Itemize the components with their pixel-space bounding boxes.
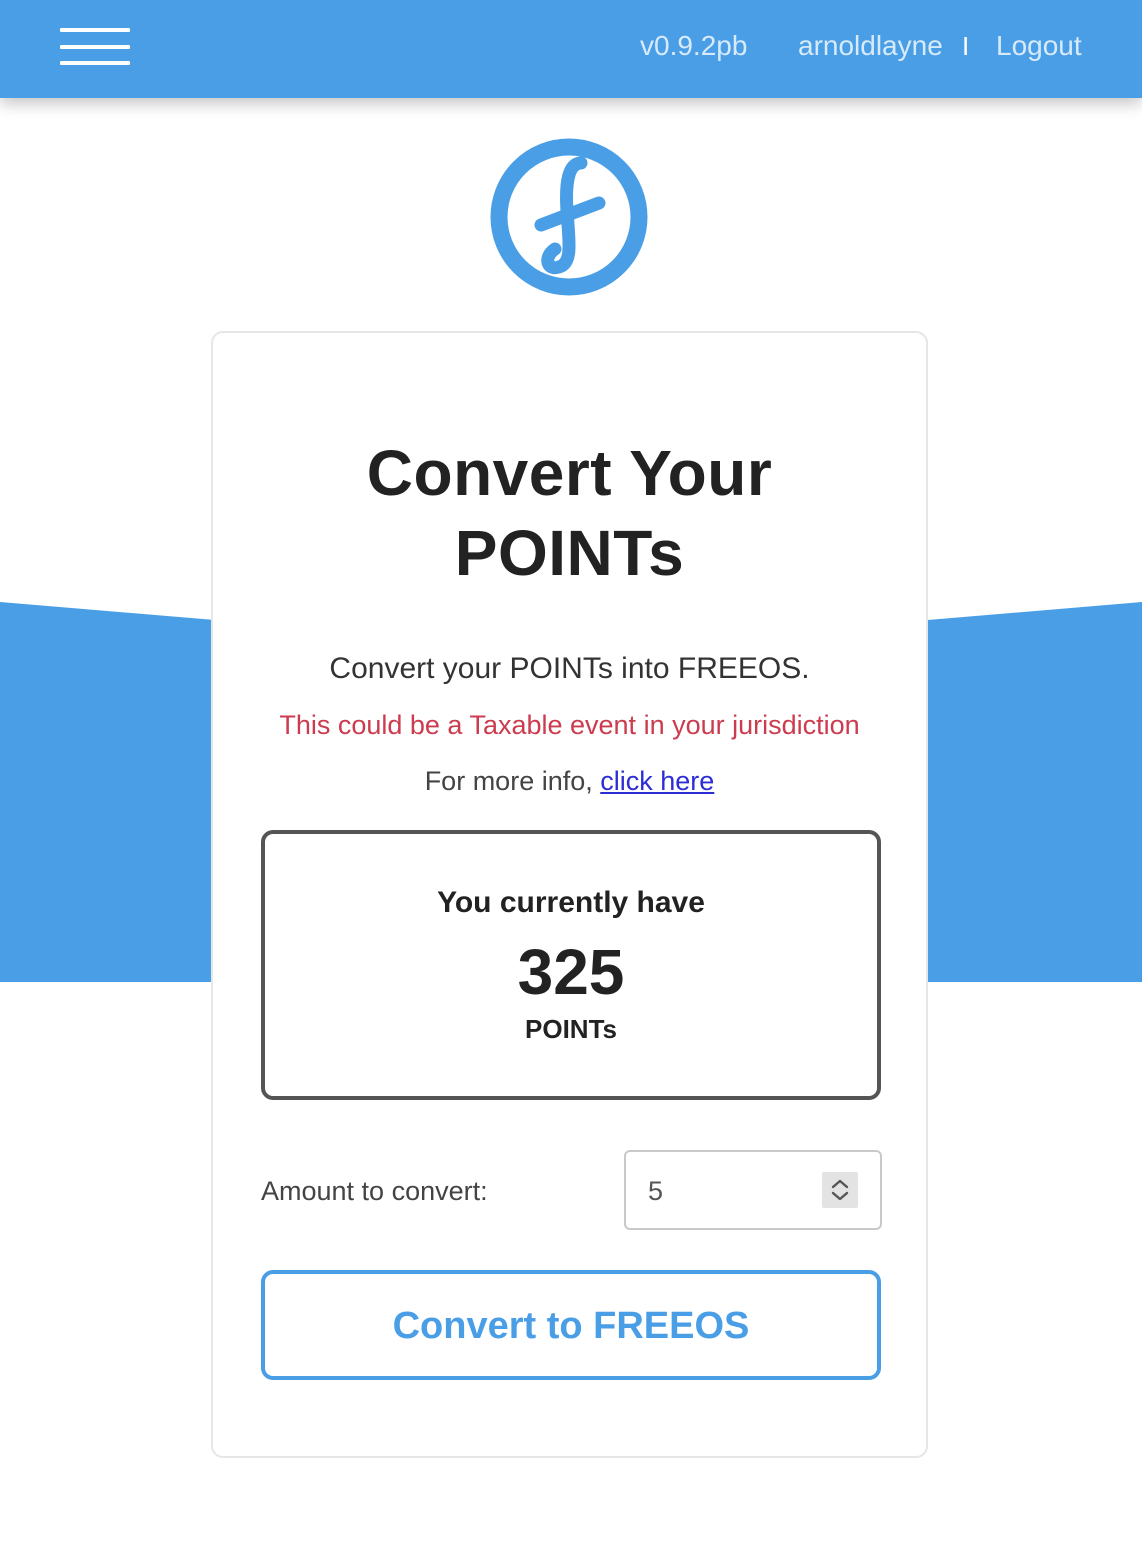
convert-to-freeos-button[interactable]: Convert to FREEOS [261, 1270, 881, 1380]
hamburger-menu-icon[interactable] [60, 28, 130, 66]
page-title-line-1: Convert Your [366, 437, 773, 509]
amount-label: Amount to convert: [261, 1176, 488, 1206]
app-version: v0.9.2pb [640, 30, 748, 61]
up-down-stepper-icon[interactable] [822, 1172, 858, 1208]
convert-points-card: Convert Your POINTs Convert your POINTs … [211, 331, 928, 1458]
page-title-line-2: POINTs [454, 517, 685, 589]
logout-link[interactable]: Logout [996, 28, 1082, 64]
hamburger-line [60, 61, 130, 65]
more-info-link[interactable]: click here [600, 766, 714, 796]
points-balance-box: You currently have 325 POINTs [261, 830, 881, 1100]
header-separator: I [962, 31, 970, 61]
convert-description: Convert your POINTs into FREEOS. [329, 652, 810, 685]
balance-value: 325 [517, 936, 625, 1008]
tax-warning: This could be a Taxable event in your ju… [279, 710, 860, 740]
more-info-prefix: For more info, [424, 766, 601, 796]
more-info-text: For more info, click here [213, 763, 926, 799]
hamburger-line [60, 28, 130, 32]
freeos-f-logo-icon [490, 138, 648, 296]
stepper-chevrons-icon [831, 1179, 849, 1201]
username: arnoldlayne [798, 30, 943, 61]
balance-label: You currently have [437, 886, 705, 919]
top-navigation-bar: v0.9.2pb arnoldlayne I Logout [0, 0, 1142, 98]
amount-input[interactable]: 5 [624, 1150, 882, 1230]
amount-input-value: 5 [648, 1176, 664, 1206]
hamburger-line [60, 45, 130, 49]
balance-unit: POINTs [525, 1014, 617, 1044]
page-title: Convert Your POINTs [213, 433, 926, 593]
